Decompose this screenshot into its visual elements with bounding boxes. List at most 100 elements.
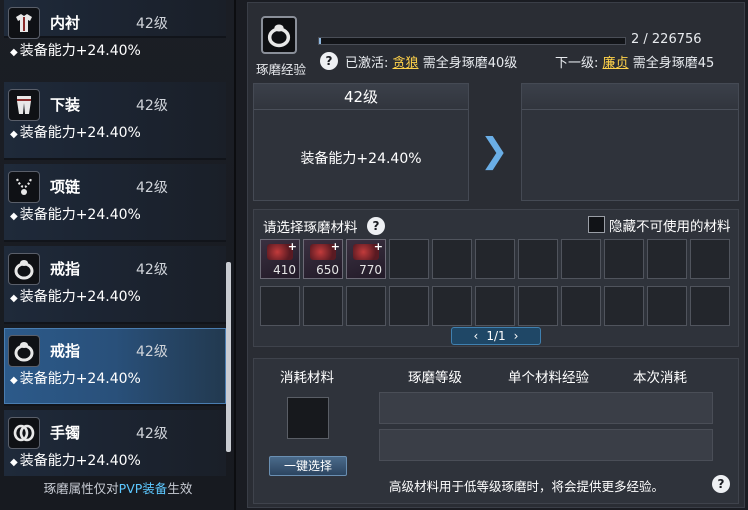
diamond-bullet-icon: ◆ bbox=[10, 47, 18, 58]
help-icon[interactable]: ? bbox=[320, 52, 338, 70]
shirt-icon bbox=[8, 7, 40, 39]
diamond-bullet-icon: ◆ bbox=[10, 211, 18, 222]
equip-level: 42级 bbox=[136, 16, 168, 32]
material-slot-empty[interactable] bbox=[690, 239, 730, 279]
polish-exp-icon bbox=[261, 16, 297, 54]
material-slot-empty[interactable] bbox=[561, 286, 601, 326]
activated-label: 已激活: bbox=[345, 56, 389, 71]
consume-row bbox=[379, 429, 713, 461]
material-slot-empty[interactable] bbox=[432, 286, 472, 326]
materials-title: 请选择琢磨材料 bbox=[263, 220, 358, 236]
equip-attr-text: 装备能力+24.40% bbox=[19, 125, 141, 141]
equip-item-pants[interactable]: 下装 42级 ◆ 装备能力+24.40% bbox=[4, 82, 226, 160]
pager-prev-button[interactable]: ‹ bbox=[474, 329, 479, 343]
equip-name: 下装 bbox=[50, 96, 81, 114]
material-slot-empty[interactable] bbox=[346, 286, 386, 326]
equip-level: 42级 bbox=[136, 180, 168, 196]
next-link[interactable]: 廉贞 bbox=[603, 56, 629, 71]
material-slot-filled[interactable]: +410 bbox=[260, 239, 300, 279]
consume-slot[interactable] bbox=[287, 397, 329, 439]
equip-attr: ◆ 装备能力+24.40% bbox=[10, 286, 141, 306]
pants-icon bbox=[8, 89, 40, 121]
equip-name: 内衬 bbox=[50, 14, 81, 32]
equip-level: 42级 bbox=[136, 262, 168, 278]
exp-progress-bar bbox=[318, 37, 626, 45]
next-label: 下一级: bbox=[555, 56, 599, 71]
material-slot-filled[interactable]: +770 bbox=[346, 239, 386, 279]
pvp-note-prefix: 琢磨属性仅对 bbox=[43, 481, 119, 496]
equip-name: 手镯 bbox=[50, 424, 81, 442]
consume-panel: 消耗材料 琢磨等级 单个材料经验 本次消耗 一键选择 高级材料用于低等级琢磨时，… bbox=[253, 358, 739, 504]
hide-unusable-label: 隐藏不可使用的材料 bbox=[609, 219, 731, 235]
equip-item-ring-1[interactable]: 戒指 42级 ◆ 装备能力+24.40% bbox=[4, 246, 226, 324]
current-attr: 装备能力+24.40% bbox=[300, 151, 422, 167]
material-slot-empty[interactable] bbox=[647, 286, 687, 326]
material-slot-empty[interactable] bbox=[389, 286, 429, 326]
equip-attr-text: 装备能力+24.40% bbox=[19, 43, 141, 59]
bottom-note: 高级材料用于低等级琢磨时，将会提供更多经验。 bbox=[389, 479, 665, 494]
material-slot-empty[interactable] bbox=[518, 239, 558, 279]
ring-icon bbox=[8, 335, 40, 367]
materials-help-icon[interactable]: ? bbox=[367, 217, 385, 235]
next-desc: 需全身琢磨45 bbox=[632, 56, 715, 71]
equip-attr: ◆ 装备能力+24.40% bbox=[10, 450, 141, 470]
arrow-right-icon: ❯ bbox=[480, 131, 509, 171]
current-level: 42级 bbox=[254, 84, 468, 110]
equip-attr: ◆ 装备能力+24.40% bbox=[10, 368, 141, 388]
equip-item-ring-2[interactable]: 戒指 42级 ◆ 装备能力+24.40% bbox=[4, 328, 226, 406]
material-slot-empty[interactable] bbox=[604, 286, 644, 326]
col-material-exp: 单个材料经验 bbox=[508, 370, 589, 386]
material-slot-empty[interactable] bbox=[475, 286, 515, 326]
material-slot-empty[interactable] bbox=[260, 286, 300, 326]
equip-item-bracelet[interactable]: 手镯 42级 ◆ 装备能力+24.40% bbox=[4, 410, 226, 476]
col-polish-level: 琢磨等级 bbox=[408, 370, 462, 386]
equipment-list: 内衬 42级 ◆ 装备能力+24.40% 下装 42级 ◆ 装备能力+24.40% … bbox=[4, 0, 226, 476]
equip-attr-text: 装备能力+24.40% bbox=[19, 371, 141, 387]
material-slot-empty[interactable] bbox=[690, 286, 730, 326]
equip-level: 42级 bbox=[136, 98, 168, 114]
pvp-note-highlight: PVP装备 bbox=[118, 481, 168, 496]
polish-exp-label: 琢磨经验 bbox=[256, 62, 307, 77]
pvp-note-suffix: 生效 bbox=[167, 481, 193, 496]
plus-icon: + bbox=[330, 240, 340, 253]
exp-progress-text: 2 / 226756 bbox=[631, 32, 702, 47]
pvp-note: 琢磨属性仅对PVP装备生效 bbox=[0, 478, 236, 497]
equip-attr: ◆ 装备能力+24.40% bbox=[10, 122, 141, 142]
consume-row bbox=[379, 392, 713, 424]
pager: ‹ 1/1 › bbox=[451, 327, 541, 345]
activated-link[interactable]: 贪狼 bbox=[393, 56, 419, 71]
activated-desc: 需全身琢磨40级 bbox=[422, 56, 518, 71]
list-scrollbar[interactable] bbox=[226, 262, 231, 452]
material-slot-empty[interactable] bbox=[604, 239, 644, 279]
equipment-list-panel: 内衬 42级 ◆ 装备能力+24.40% 下装 42级 ◆ 装备能力+24.40% … bbox=[0, 0, 236, 510]
bracelet-icon bbox=[8, 417, 40, 449]
ring-icon bbox=[8, 253, 40, 285]
material-slot-empty[interactable] bbox=[303, 286, 343, 326]
col-consume-material: 消耗材料 bbox=[280, 370, 334, 386]
equip-level: 42级 bbox=[136, 426, 168, 442]
material-count: 650 bbox=[316, 263, 339, 277]
pager-next-button[interactable]: › bbox=[514, 329, 519, 343]
material-slot-empty[interactable] bbox=[475, 239, 515, 279]
note-help-icon[interactable]: ? bbox=[712, 475, 730, 493]
hide-unusable-checkbox[interactable] bbox=[588, 216, 605, 233]
material-slot-empty[interactable] bbox=[647, 239, 687, 279]
plus-icon: + bbox=[287, 240, 297, 253]
diamond-bullet-icon: ◆ bbox=[10, 457, 18, 468]
equip-name: 项链 bbox=[50, 178, 81, 196]
material-slot-empty[interactable] bbox=[561, 239, 601, 279]
next-level-card bbox=[521, 83, 739, 201]
equip-attr-text: 装备能力+24.40% bbox=[19, 289, 141, 305]
equip-item-shirt[interactable]: 内衬 42级 ◆ 装备能力+24.40% bbox=[4, 0, 226, 59]
material-slot-empty[interactable] bbox=[432, 239, 472, 279]
equip-attr-text: 装备能力+24.40% bbox=[19, 207, 141, 223]
material-slot-filled[interactable]: +650 bbox=[303, 239, 343, 279]
one-key-select-button[interactable]: 一键选择 bbox=[269, 456, 347, 476]
material-slot-empty[interactable] bbox=[518, 286, 558, 326]
pager-text: 1/1 bbox=[486, 329, 506, 343]
material-count: 770 bbox=[359, 263, 382, 277]
material-slot-empty[interactable] bbox=[389, 239, 429, 279]
activated-info: 已激活: 贪狼 需全身琢磨40级 bbox=[345, 52, 517, 71]
material-count: 410 bbox=[273, 263, 296, 277]
equip-item-necklace[interactable]: 项链 42级 ◆ 装备能力+24.40% bbox=[4, 164, 226, 242]
